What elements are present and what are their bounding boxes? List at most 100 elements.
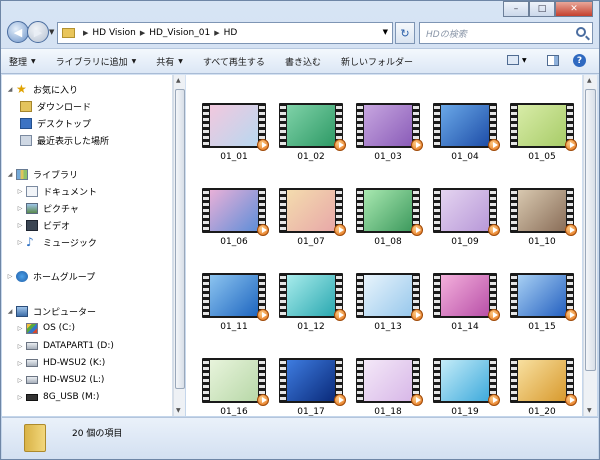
film-strip (203, 273, 209, 318)
help-button[interactable]: ? (573, 54, 586, 67)
file-item[interactable]: 01_20 (506, 356, 578, 416)
hard-drive-icon (26, 376, 38, 384)
minimize-button[interactable]: – (503, 1, 529, 17)
navigation-scrollbar[interactable]: ▲ ▼ (173, 75, 185, 416)
nav-item-downloads[interactable]: ダウンロード (20, 98, 91, 114)
play-overlay-icon (411, 394, 423, 406)
nav-item-drive-m[interactable]: ▷ 8G_USB (M:) (16, 389, 100, 405)
content-scrollbar[interactable]: ▲ ▼ (583, 75, 597, 416)
video-thumbnail (202, 273, 269, 321)
nav-item-label: 最近表示した場所 (37, 136, 110, 147)
file-item[interactable]: 01_12 (275, 271, 347, 341)
nav-item-label: デスクトップ (37, 119, 92, 130)
nav-item-label: HD-WSU2 (K:) (43, 358, 106, 368)
nav-computer[interactable]: ◢ コンピューター (6, 303, 96, 319)
nav-item-drive-d[interactable]: ▷ DATAPART1 (D:) (16, 338, 114, 354)
close-button[interactable]: ✕ (555, 1, 593, 17)
breadcrumb-item[interactable]: HD_Vision_01 (149, 28, 210, 38)
nav-item-recent-places[interactable]: 最近表示した場所 (20, 132, 109, 148)
expand-icon[interactable]: ▷ (16, 239, 24, 246)
nav-libraries[interactable]: ◢ ライブラリ (6, 166, 78, 182)
change-view-button[interactable]: ▼ (507, 55, 527, 65)
file-item[interactable]: 01_09 (429, 186, 501, 256)
expand-icon[interactable]: ▷ (6, 273, 14, 280)
new-folder-button[interactable]: 新しいフォルダー (341, 55, 413, 68)
file-item[interactable]: 01_04 (429, 101, 501, 171)
video-thumbnail (356, 273, 423, 321)
collapse-icon[interactable]: ◢ (6, 86, 14, 93)
file-name: 01_04 (451, 152, 479, 162)
chevron-down-icon: ▼ (522, 56, 527, 64)
file-item[interactable]: 01_17 (275, 356, 347, 416)
share-button[interactable]: 共有 ▼ (156, 55, 183, 68)
expand-icon[interactable]: ▷ (16, 222, 24, 229)
play-overlay-icon (488, 224, 500, 236)
file-item[interactable]: 01_15 (506, 271, 578, 341)
details-pane: 20 個の項目 (2, 417, 598, 459)
organize-button[interactable]: 整理 ▼ (9, 55, 36, 68)
nav-item-label: 8G_USB (M:) (43, 392, 100, 402)
add-to-library-button[interactable]: ライブラリに追加 ▼ (56, 55, 137, 68)
nav-item-desktop[interactable]: デスクトップ (20, 115, 91, 131)
file-item[interactable]: 01_11 (198, 271, 270, 341)
breadcrumb-separator-icon[interactable]: ▶ (83, 29, 88, 37)
address-bar[interactable]: ▶ HD Vision ▶ HD_Vision_01 ▶ HD ▼ (57, 22, 393, 44)
nav-item-drive-k[interactable]: ▷ HD-WSU2 (K:) (16, 355, 106, 371)
preview-pane-button[interactable] (547, 55, 559, 66)
recent-pages-dropdown-icon[interactable]: ▼ (49, 28, 54, 36)
nav-item-documents[interactable]: ▷ ドキュメント (16, 183, 97, 199)
maximize-button[interactable]: □ (529, 1, 555, 17)
scroll-down-icon[interactable]: ▼ (587, 407, 592, 414)
file-item[interactable]: 01_10 (506, 186, 578, 256)
expand-icon[interactable]: ▷ (16, 394, 24, 401)
expand-icon[interactable]: ▷ (16, 343, 24, 350)
refresh-button[interactable]: ↻ (395, 22, 415, 44)
scroll-down-icon[interactable]: ▼ (176, 407, 181, 414)
play-all-button[interactable]: すべて再生する (203, 55, 265, 68)
scroll-up-icon[interactable]: ▲ (176, 77, 181, 84)
breadcrumb-item[interactable]: HD Vision (92, 28, 135, 38)
expand-icon[interactable]: ▷ (16, 377, 24, 384)
nav-item-drive-c[interactable]: ▷ OS (C:) (16, 320, 75, 336)
file-item[interactable]: 01_01 (198, 101, 270, 171)
file-item[interactable]: 01_03 (352, 101, 424, 171)
address-dropdown-icon[interactable]: ▼ (383, 28, 388, 36)
expand-icon[interactable]: ▷ (16, 325, 24, 332)
file-item[interactable]: 01_06 (198, 186, 270, 256)
expand-icon[interactable]: ▷ (16, 205, 24, 212)
breadcrumb-item[interactable]: HD (224, 28, 238, 38)
file-item[interactable]: 01_19 (429, 356, 501, 416)
nav-favorites[interactable]: ◢ ★ お気に入り (6, 81, 78, 97)
command-bar: 整理 ▼ ライブラリに追加 ▼ 共有 ▼ すべて再生する 書き込む 新しいフォルダー … (1, 48, 599, 74)
file-item[interactable]: 01_08 (352, 186, 424, 256)
burn-button[interactable]: 書き込む (285, 55, 321, 68)
file-item[interactable]: 01_07 (275, 186, 347, 256)
search-icon[interactable] (576, 27, 586, 37)
expand-icon[interactable]: ▷ (16, 188, 24, 195)
nav-item-videos[interactable]: ▷ ビデオ (16, 217, 70, 233)
breadcrumb-separator-icon[interactable]: ▶ (214, 29, 219, 37)
nav-item-music[interactable]: ▷ ♪ ミュージック (16, 234, 97, 250)
expand-icon[interactable]: ▷ (16, 360, 24, 367)
hard-drive-icon (26, 359, 38, 367)
file-item[interactable]: 01_05 (506, 101, 578, 171)
scrollbar-thumb[interactable] (585, 89, 596, 371)
forward-button[interactable]: ▶ (27, 21, 49, 43)
nav-item-drive-l[interactable]: ▷ HD-WSU2 (L:) (16, 372, 105, 388)
search-input[interactable]: HDの検索 (419, 22, 593, 44)
collapse-icon[interactable]: ◢ (6, 308, 14, 315)
file-item[interactable]: 01_02 (275, 101, 347, 171)
file-item[interactable]: 01_14 (429, 271, 501, 341)
nav-homegroup[interactable]: ▷ ホームグループ (6, 268, 95, 284)
breadcrumb-separator-icon[interactable]: ▶ (140, 29, 145, 37)
collapse-icon[interactable]: ◢ (6, 171, 14, 178)
scrollbar-thumb[interactable] (175, 89, 185, 389)
scroll-up-icon[interactable]: ▲ (587, 77, 592, 84)
nav-item-pictures[interactable]: ▷ ピクチャ (16, 200, 79, 216)
file-item[interactable]: 01_13 (352, 271, 424, 341)
back-button[interactable]: ◀ (7, 21, 29, 43)
play-overlay-icon (488, 309, 500, 321)
file-item[interactable]: 01_18 (352, 356, 424, 416)
file-item[interactable]: 01_16 (198, 356, 270, 416)
breadcrumb: ▶ HD Vision ▶ HD_Vision_01 ▶ HD (79, 28, 237, 38)
